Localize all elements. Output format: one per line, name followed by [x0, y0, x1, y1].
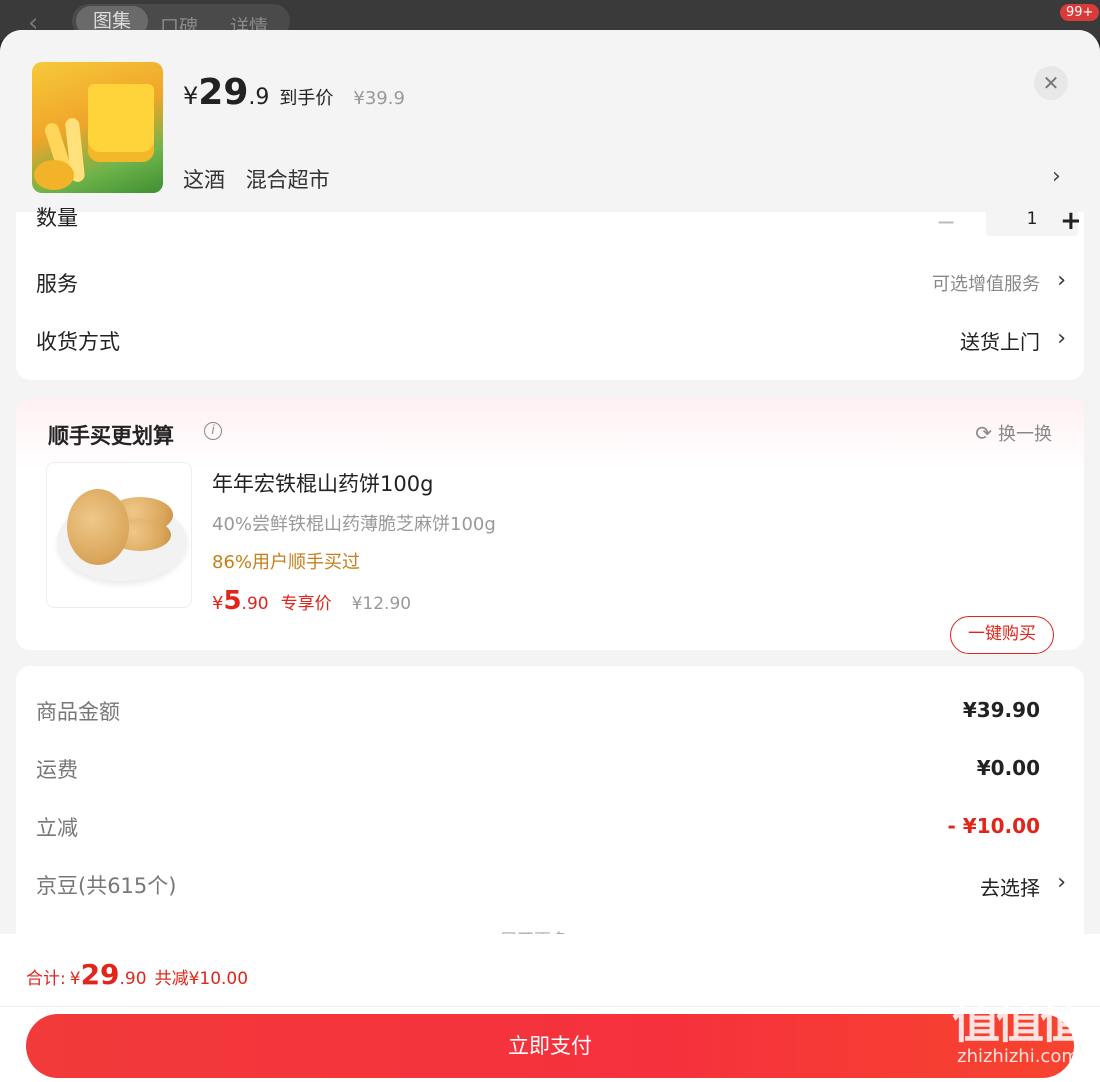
product-header: ¥ 29 .9 到手价 ¥39.9 这酒 混合超市 › ✕ [0, 30, 1100, 212]
rec-price-currency: ¥ [212, 593, 224, 614]
cookie-shape [67, 489, 129, 565]
info-icon[interactable]: i [204, 422, 222, 440]
shipping-value: ¥0.00 [976, 756, 1040, 780]
recommendation-tag: 86%用户顺手买过 [212, 552, 361, 573]
jingdou-label: 京豆(共615个) [36, 874, 177, 898]
rec-price-integer: 5 [223, 586, 242, 616]
pay-now-button[interactable]: 立即支付 [26, 1014, 1074, 1078]
checkout-sheet: ¥ 29 .9 到手价 ¥39.9 这酒 混合超市 › ✕ 数量 − 1 + 服… [0, 30, 1100, 1082]
chevron-right-icon: › [1057, 326, 1066, 351]
spec-option: 这酒 [183, 168, 225, 192]
swap-button[interactable]: ⟳ 换一换 [975, 420, 1052, 446]
rec-price-decimal: .90 [241, 594, 269, 614]
rec-original-price: ¥12.90 [351, 594, 412, 614]
price-integer: 29 [198, 72, 249, 113]
close-icon[interactable]: ✕ [1034, 66, 1068, 100]
goods-amount-value: ¥39.90 [962, 698, 1040, 722]
recommendation-name[interactable]: 年年宏铁棍山药饼100g [212, 468, 433, 498]
shipping-row: 运费 ¥0.00 [36, 754, 1066, 790]
total-currency: ¥ [69, 969, 81, 989]
price-line: ¥ 29 .9 到手价 ¥39.9 [183, 72, 405, 113]
price-currency: ¥ [183, 82, 199, 110]
recommendation-image[interactable] [46, 462, 192, 608]
goods-amount-row: 商品金额 ¥39.90 [36, 696, 1066, 732]
chevron-right-icon[interactable]: › [1052, 164, 1061, 189]
goods-amount-label: 商品金额 [36, 700, 120, 724]
price-decimal: .9 [248, 85, 270, 110]
watermark: 值值值 zhizhizhi.com [948, 996, 1088, 1067]
total-decimal: .90 [119, 969, 147, 989]
options-card: 数量 − 1 + 服务 可选增值服务 › 收货方式 送货上门 › [16, 204, 1084, 380]
plus-icon[interactable]: + [1060, 206, 1082, 236]
recommendation-desc: 40%尝鲜铁棍山药薄脆芝麻饼100g [212, 514, 496, 535]
price-label: 到手价 [279, 88, 334, 109]
order-summary-card: 商品金额 ¥39.90 运费 ¥0.00 立减 - ¥10.00 京豆(共615… [16, 666, 1084, 956]
watermark-text: zhizhizhi.com [957, 1046, 1079, 1067]
minus-icon[interactable]: − [936, 208, 956, 236]
discount-label: 立减 [36, 816, 78, 840]
mango-shape [34, 160, 74, 190]
quantity-row: 数量 − 1 + [36, 204, 1082, 252]
message-badge[interactable]: 99+ [1060, 4, 1100, 21]
total-integer: 29 [80, 958, 120, 991]
discount-row: 立减 - ¥10.00 [36, 812, 1066, 848]
recommendation-card: 顺手买更划算 i ⟳ 换一换 年年宏铁棍山药饼100g 40%尝鲜铁棍山药薄脆芝麻… [16, 398, 1084, 650]
spec-option: 混合超市 [245, 168, 330, 192]
service-label: 服务 [36, 272, 78, 296]
refresh-icon: ⟳ [975, 421, 992, 445]
rec-price-label: 专享价 [280, 594, 332, 614]
watermark-logo: 值值值 [951, 993, 1088, 1049]
selected-spec[interactable]: 这酒 混合超市 [183, 164, 344, 194]
chevron-right-icon: › [1057, 268, 1066, 293]
divider [0, 1006, 1100, 1007]
one-click-buy-button[interactable]: 一键购买 [950, 616, 1054, 654]
delivery-label: 收货方式 [36, 330, 120, 354]
recommendation-price: ¥ 5 .90 专享价 ¥12.90 [212, 586, 411, 616]
discount-value: - ¥10.00 [947, 814, 1040, 838]
jingdou-row[interactable]: 京豆(共615个) 去选择 › [36, 870, 1066, 906]
original-price: ¥39.9 [353, 88, 405, 109]
delivery-value: 送货上门 [960, 330, 1040, 354]
delivery-row[interactable]: 收货方式 送货上门 › [36, 320, 1066, 360]
total-label: 合计: [26, 969, 66, 989]
jingdou-value: 去选择 [980, 876, 1040, 900]
recommendation-title: 顺手买更划算 [48, 424, 174, 448]
swap-label: 换一换 [998, 424, 1052, 445]
total-discount: 共减¥10.00 [154, 969, 249, 989]
quantity-label: 数量 [36, 206, 78, 230]
service-row[interactable]: 服务 可选增值服务 › [36, 262, 1066, 302]
product-thumbnail [32, 62, 163, 193]
shipping-label: 运费 [36, 758, 78, 782]
chevron-right-icon: › [1057, 870, 1066, 895]
total-line: 合计: ¥ 29 .90 共减¥10.00 [26, 958, 248, 991]
product-bag-shape [88, 84, 154, 162]
bottom-bar: 合计: ¥ 29 .90 共减¥10.00 立即支付 [0, 934, 1100, 1082]
service-value: 可选增值服务 [932, 274, 1040, 295]
